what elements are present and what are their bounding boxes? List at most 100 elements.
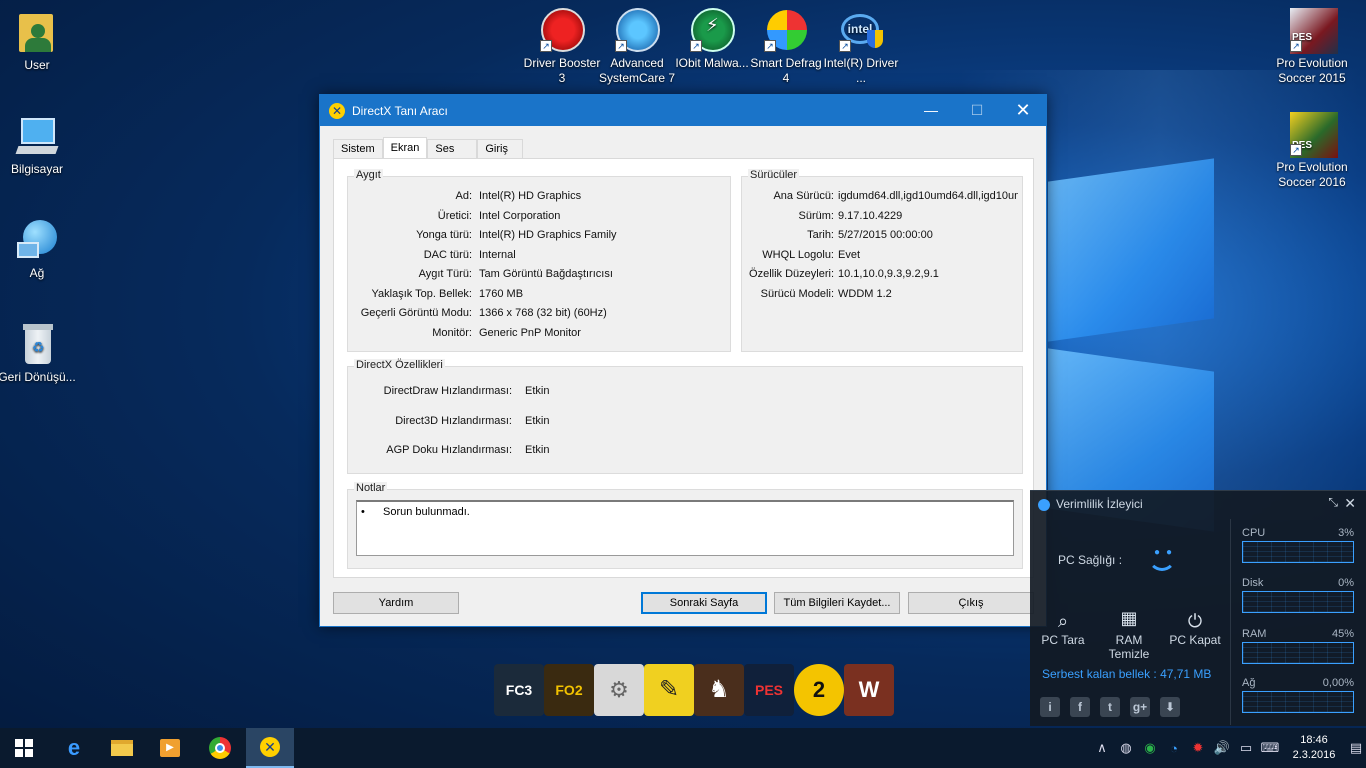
notification-icon[interactable]: ▤ [1346, 740, 1366, 756]
network-value: 0,00% [1322, 677, 1354, 689]
google-plus-icon[interactable]: g+ [1130, 697, 1150, 717]
desktop-icon-recycle-bin[interactable]: ♻ Geri Dönüşü... [0, 322, 77, 385]
iobit-malware-icon: ⚡ ↗ [690, 8, 735, 52]
network-graph [1242, 691, 1354, 713]
notes-group: Notlar • Sorun bulunmadı. [347, 482, 1023, 569]
driver-version-label: Sürüm: [798, 210, 834, 222]
disk-label: Disk [1242, 577, 1264, 589]
desktop-icon-driver-booster[interactable]: ↗ Driver Booster 3 [522, 8, 602, 86]
minimize-button[interactable]: — [908, 95, 954, 126]
help-button[interactable]: Yardım [333, 592, 459, 614]
tumblr-icon[interactable]: t [1100, 697, 1120, 717]
window-titlebar[interactable]: ✕ DirectX Tanı Aracı — ☐ ✕ [320, 95, 1046, 126]
desktop-icon-iobit-malware[interactable]: ⚡ ↗ IObit Malwa... [672, 8, 752, 71]
display-mode-label: Geçerli Görüntü Modu: [360, 307, 472, 319]
next-page-button[interactable]: Sonraki Sayfa [641, 592, 767, 614]
tray-shield-icon[interactable]: ◉ [1138, 740, 1162, 756]
media-player-icon[interactable]: ▶ [146, 728, 194, 768]
intel-driver-icon: intel ↗ [839, 8, 883, 52]
ram-value: 45% [1331, 628, 1354, 640]
search-icon: ⌕ [1057, 611, 1069, 631]
shortcut-arrow-icon: ↗ [1290, 144, 1302, 156]
collapse-icon[interactable]: ⤡ [1328, 495, 1338, 510]
device-type-label: Aygıt Türü: [418, 268, 472, 280]
desktop-icon-pes-2016[interactable]: PES ↗ Pro Evolution Soccer 2016 [1272, 112, 1352, 190]
exit-button[interactable]: Çıkış [908, 592, 1034, 614]
widget-close-icon[interactable]: ✕ [1344, 495, 1356, 512]
pc-scan-button[interactable]: ⌕ PC Tara [1030, 611, 1096, 647]
user-folder-icon [15, 10, 59, 54]
tab-input[interactable]: Giriş [477, 139, 523, 159]
feature-levels-label: Özellik Düzeyleri: [749, 268, 834, 280]
disk-value: 0% [1338, 577, 1354, 589]
desktop-icon-computer[interactable]: Bilgisayar [0, 114, 77, 177]
desktop-icon-network[interactable]: Ağ [0, 218, 77, 281]
feature-levels-value: 10.1,10.0,9.3,9.2,9.1 [838, 268, 939, 280]
w-game-icon[interactable]: W [844, 664, 894, 716]
desktop-icon-smart-defrag[interactable]: ↗ Smart Defrag 4 [746, 8, 826, 86]
total-memory-value: 1760 MB [479, 288, 524, 300]
shortcut-arrow-icon: ↗ [615, 40, 627, 52]
volume-icon[interactable]: 🔊 [1210, 740, 1234, 756]
tab-system[interactable]: Sistem [333, 139, 383, 159]
tray-network-app-icon[interactable]: ◍ [1114, 740, 1138, 756]
tab-display[interactable]: Ekran [382, 137, 428, 159]
monitor-value: Generic PnP Monitor [479, 327, 581, 339]
chrome-browser-icon[interactable] [196, 728, 244, 768]
directdraw-label: DirectDraw Hızlandırması: [383, 385, 512, 397]
windows-start-icon [15, 739, 33, 757]
clock-date: 2.3.2016 [1292, 749, 1336, 761]
close-button[interactable]: ✕ [1000, 95, 1046, 126]
maximize-button[interactable]: ☐ [954, 95, 1000, 126]
tab-strip: Sistem Ekran Ses Giriş [333, 137, 523, 159]
flatout2-icon[interactable]: FO2 [544, 664, 594, 716]
driver-model-label: Sürücü Modeli: [760, 288, 834, 300]
manufacturer-value: Intel Corporation [479, 210, 561, 222]
number-two-icon[interactable]: 2 [794, 664, 844, 716]
notes-textbox[interactable]: • Sorun bulunmadı. [356, 500, 1014, 556]
ram-clean-button[interactable]: ▦ RAM Temizle [1096, 609, 1162, 661]
power-icon: ⏻ [1187, 611, 1203, 631]
tray-expand-icon[interactable]: ∧ [1090, 740, 1114, 756]
save-all-info-button[interactable]: Tüm Bilgileri Kaydet... [774, 592, 900, 614]
pc-shutdown-button[interactable]: ⏻ PC Kapat [1162, 611, 1228, 647]
settings-icon[interactable]: ⚙ [594, 664, 644, 716]
pes-icon[interactable]: PES [744, 664, 794, 716]
pc-shutdown-label: PC Kapat [1169, 633, 1221, 647]
taskbar: e ▶ ✕ ∧ ◍ ◉ ◔ ✹ 🔊 ▭ ⌨ 18:46 2.3.2016 ▤ [0, 728, 1366, 768]
direct3d-label: Direct3D Hızlandırması: [395, 415, 512, 427]
directx-taskbar-icon[interactable]: ✕ [246, 728, 294, 768]
desktop-icon-advanced-systemcare[interactable]: ↗ Advanced SystemCare 7 [597, 8, 677, 86]
facebook-icon[interactable]: f [1070, 697, 1090, 717]
disk-graph [1242, 591, 1354, 613]
desktop-icon-user[interactable]: User [0, 10, 77, 73]
device-group-title: Aygıt [354, 169, 383, 181]
tab-sound[interactable]: Ses [427, 139, 478, 159]
info-icon[interactable]: i [1040, 697, 1060, 717]
device-type-value: Tam Görüntü Bağdaştırıcısı [479, 268, 613, 280]
device-name-label: Ad: [455, 190, 472, 202]
file-explorer-icon[interactable] [98, 728, 146, 768]
clock[interactable]: 18:46 2.3.2016 [1282, 733, 1346, 763]
main-driver-value: igdumd64.dll,igd10umd64.dll,igd10um [838, 190, 1018, 202]
performance-monitor-widget: Verimlilik İzleyici ⤡ ✕ PC Sağlığı : ●● … [1030, 490, 1366, 726]
horse-icon[interactable]: ♞ [694, 664, 744, 716]
tray-systemcare-icon[interactable]: ◔ [1162, 741, 1186, 756]
directx-features-group: DirectX Özellikleri DirectDraw Hızlandır… [347, 359, 1023, 474]
system-tray: ∧ ◍ ◉ ◔ ✹ 🔊 ▭ ⌨ 18:46 2.3.2016 ▤ [1090, 728, 1366, 768]
desktop-icon-intel-driver[interactable]: intel ↗ Intel(R) Driver ... [821, 8, 901, 86]
social-links: i f t g+ ⬇ [1040, 697, 1180, 717]
network-icon[interactable]: ▭ [1234, 740, 1258, 756]
farcry3-icon[interactable]: FC3 [494, 664, 544, 716]
keyboard-icon[interactable]: ⌨ [1258, 740, 1282, 756]
shortcut-arrow-icon: ↗ [540, 40, 552, 52]
download-icon[interactable]: ⬇ [1160, 697, 1180, 717]
pencil-icon[interactable]: ✎ [644, 664, 694, 716]
pes-2016-icon: PES ↗ [1290, 112, 1338, 158]
directx-icon: ✕ [329, 102, 345, 119]
desktop-icon-pes-2015[interactable]: PES ↗ Pro Evolution Soccer 2015 [1272, 8, 1352, 86]
edge-browser-icon[interactable]: e [50, 728, 98, 768]
tray-driver-booster-icon[interactable]: ✹ [1186, 740, 1210, 756]
cpu-label: CPU [1242, 527, 1266, 539]
start-button[interactable] [0, 728, 48, 768]
